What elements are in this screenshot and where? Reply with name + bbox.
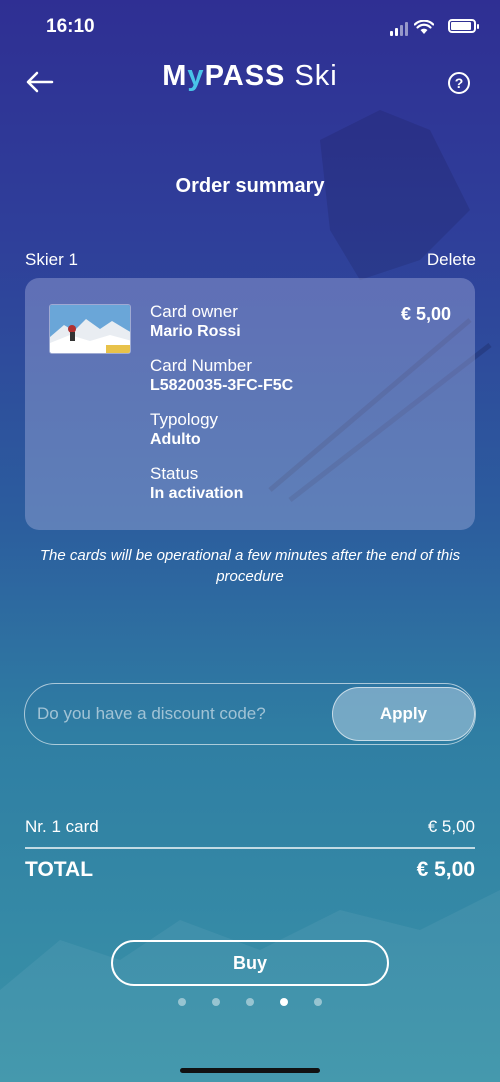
pagination-dots — [0, 998, 500, 1006]
card-fields: Card owner Mario Rossi Card Number L5820… — [150, 302, 293, 518]
field-status: Status In activation — [150, 464, 293, 504]
skier-label: Skier 1 — [25, 250, 78, 269]
mypass-ski-logo: MyPASS Ski — [0, 60, 500, 93]
apply-button[interactable]: Apply — [332, 687, 475, 741]
line-item-value: € 5,00 — [427, 817, 475, 836]
logo-part-ski: Ski — [294, 60, 338, 92]
field-value: Adulto — [150, 431, 201, 448]
page-dot[interactable] — [246, 998, 254, 1006]
line-item-row: Nr. 1 card € 5,00 — [25, 817, 475, 837]
field-label: Status — [150, 464, 199, 483]
field-value: Mario Rossi — [150, 323, 241, 340]
total-value: € 5,00 — [416, 858, 475, 881]
field-card-number: Card Number L5820035-3FC-F5C — [150, 356, 293, 396]
home-indicator — [180, 1068, 320, 1073]
divider — [25, 847, 475, 849]
wifi-icon — [414, 20, 434, 34]
logo-part-y: y — [187, 60, 205, 92]
line-item-label: Nr. 1 card — [25, 817, 99, 836]
field-value: L5820035-3FC-F5C — [150, 377, 294, 394]
status-time: 16:10 — [46, 16, 95, 37]
field-typology: Typology Adulto — [150, 410, 293, 450]
discount-code-box: Apply — [24, 683, 476, 745]
activation-note: The cards will be operational a few minu… — [39, 547, 461, 585]
ski-card-summary: Card owner Mario Rossi Card Number L5820… — [25, 278, 475, 530]
page-dot[interactable] — [178, 998, 186, 1006]
buy-button[interactable]: Buy — [111, 940, 389, 986]
field-value: In activation — [150, 485, 244, 502]
status-bar: 16:10 — [0, 0, 500, 54]
delete-button[interactable]: Delete — [427, 250, 476, 270]
page-title: Order summary — [175, 175, 325, 197]
discount-code-input[interactable] — [37, 698, 327, 730]
skier-background-graphic — [0, 110, 500, 1082]
page-dot[interactable] — [212, 998, 220, 1006]
field-label: Card Number — [150, 356, 253, 375]
field-label: Typology — [150, 410, 219, 429]
battery-icon — [448, 19, 479, 33]
card-price: € 5,00 — [400, 304, 451, 324]
total-row: TOTAL € 5,00 — [25, 858, 475, 882]
page-dot[interactable] — [280, 998, 288, 1006]
field-card-owner: Card owner Mario Rossi — [150, 302, 293, 342]
logo-part-pass: PASS — [204, 60, 286, 92]
ski-card-image — [49, 304, 131, 354]
page-dot[interactable] — [314, 998, 322, 1006]
cellular-signal-icon — [390, 22, 408, 36]
help-icon[interactable]: ? — [448, 72, 470, 94]
total-label: TOTAL — [25, 858, 94, 881]
logo-part-m: M — [162, 60, 188, 92]
field-label: Card owner — [150, 302, 238, 321]
